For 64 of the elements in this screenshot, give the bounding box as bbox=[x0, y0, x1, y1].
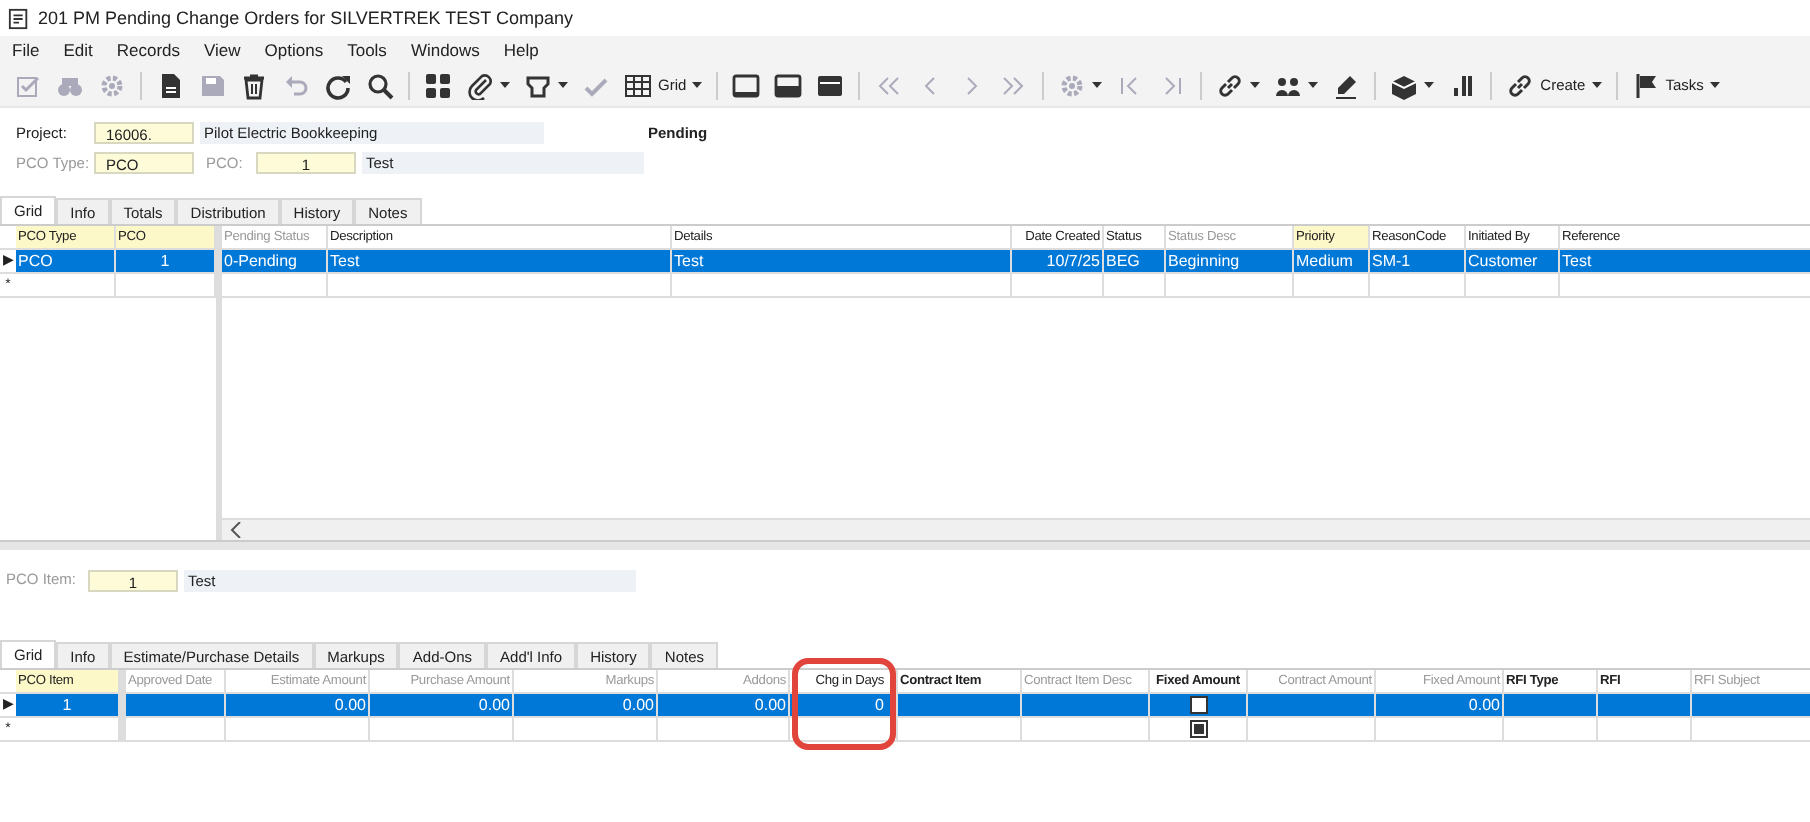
table-cell: 1 bbox=[16, 694, 120, 716]
clip-icon bbox=[466, 71, 494, 99]
scroll-left-icon[interactable] bbox=[230, 522, 242, 538]
menu-item[interactable]: Options bbox=[264, 40, 324, 60]
table-cell: 0.00 bbox=[514, 694, 658, 716]
box-icon bbox=[1390, 71, 1419, 99]
menu-item[interactable]: Records bbox=[116, 40, 181, 60]
window-title: 201 PM Pending Change Orders for SILVERTREK TEST Company bbox=[38, 8, 573, 28]
table-cell: 0.00 bbox=[1376, 694, 1504, 716]
table-icon bbox=[624, 71, 652, 99]
link-icon bbox=[1216, 71, 1245, 99]
caret-icon bbox=[1250, 82, 1261, 88]
caret-icon bbox=[500, 82, 510, 88]
table-cell: 0 bbox=[790, 694, 898, 716]
pen-icon bbox=[1332, 71, 1361, 99]
menu-item[interactable]: Edit bbox=[63, 40, 93, 60]
check-icon bbox=[14, 71, 42, 99]
caret-icon bbox=[1424, 82, 1435, 88]
flag-icon bbox=[1631, 71, 1660, 99]
gear-icon bbox=[98, 71, 126, 99]
menu-item[interactable]: View bbox=[204, 40, 241, 60]
search-icon bbox=[366, 71, 394, 99]
table-cell: 0.00 bbox=[658, 694, 790, 716]
table-cell: Test bbox=[328, 250, 672, 272]
table-cell: Customer bbox=[1466, 250, 1560, 272]
undo-icon bbox=[282, 71, 310, 99]
caret-icon bbox=[1092, 82, 1103, 88]
table-cell: SM-1 bbox=[1370, 250, 1466, 272]
table-cell: 10/7/25 bbox=[1012, 250, 1104, 272]
table-cell: 0.00 bbox=[370, 694, 514, 716]
table-row[interactable]: 0.00 0.00 0.00 0.00 0 0.00 bbox=[126, 694, 1810, 718]
refresh-icon bbox=[324, 71, 352, 99]
trash-icon bbox=[240, 71, 268, 99]
menu-item[interactable]: Tools bbox=[347, 40, 387, 60]
table-cell: Test bbox=[1560, 250, 1810, 272]
doc-icon bbox=[156, 71, 184, 99]
table-cell: Medium bbox=[1294, 250, 1370, 272]
tiles-icon bbox=[424, 71, 452, 99]
save-icon bbox=[198, 71, 226, 99]
first-icon bbox=[874, 71, 903, 99]
table-cell: PCO bbox=[16, 250, 116, 272]
table-cell: 1 bbox=[116, 250, 216, 272]
caret-icon bbox=[558, 82, 568, 88]
caret-icon bbox=[1591, 82, 1602, 88]
caret-icon bbox=[692, 82, 703, 88]
caret-icon bbox=[1308, 82, 1319, 88]
menu-item[interactable]: Windows bbox=[410, 40, 480, 60]
table-row[interactable]: 0-Pending Test Test 10/7/25 BEG Beginning Medium SM-1 Customer Test bbox=[222, 250, 1810, 274]
horizontal-scrollbar[interactable] bbox=[222, 518, 1810, 540]
last-icon bbox=[1000, 71, 1029, 99]
table-cell: 0.00 bbox=[226, 694, 370, 716]
checkbox[interactable] bbox=[1189, 720, 1207, 739]
bars-icon bbox=[1448, 71, 1477, 99]
menu-item[interactable]: File bbox=[12, 40, 40, 60]
table-cell: Test bbox=[672, 250, 1012, 272]
checkbox[interactable] bbox=[1189, 696, 1207, 715]
app-icon bbox=[8, 7, 30, 29]
funnel-icon bbox=[524, 71, 552, 99]
table-cell: Beginning bbox=[1166, 250, 1294, 272]
highlight-ring bbox=[792, 658, 896, 750]
table-cell: 0-Pending bbox=[222, 250, 328, 272]
menu-item[interactable]: Help bbox=[503, 40, 539, 60]
table-cell: BEG bbox=[1104, 250, 1166, 272]
caret-icon bbox=[1709, 82, 1720, 88]
